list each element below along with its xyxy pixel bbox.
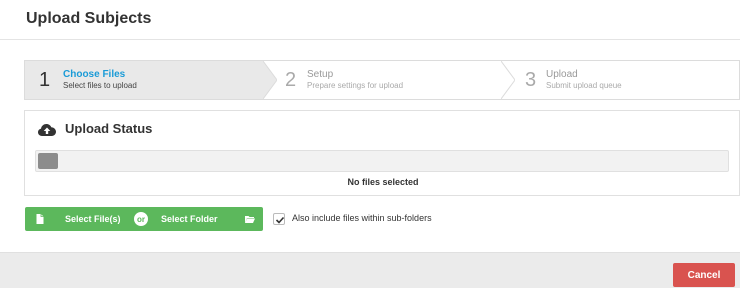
select-folder-button[interactable]: Select Folder [149,207,263,231]
step-subtitle: Submit upload queue [546,81,622,90]
upload-status-panel: Upload Status No files selected [24,110,740,196]
or-label: or [137,215,145,224]
step-title: Upload [546,69,578,80]
select-folder-label: Select Folder [161,214,218,224]
dialog-footer: Cancel [0,252,740,288]
step-number: 2 [285,69,297,91]
upload-status-title: Upload Status [65,121,153,136]
wizard-step-choose-files[interactable]: 1 Choose Files Select files to upload [25,61,263,99]
upload-progress-bar [35,150,729,172]
step-subtitle: Prepare settings for upload [307,81,404,90]
include-subfolders-label: Also include files within sub-folders [292,213,432,223]
cloud-upload-icon [38,124,56,136]
file-icon [36,214,44,224]
file-selection-group: Select File(s) Select Folder or [25,207,263,231]
folder-open-icon [245,216,255,223]
wizard-step-setup[interactable]: 2 Setup Prepare settings for upload [263,61,501,99]
step-subtitle: Select files to upload [63,81,137,90]
checkmark-icon [275,216,285,224]
select-files-label: Select File(s) [65,214,121,224]
step-number: 1 [39,69,51,91]
upload-wizard: 1 Choose Files Select files to upload 2 … [24,60,740,100]
dialog-header: Upload Subjects [0,0,740,40]
step-title: Choose Files [63,69,126,80]
include-subfolders-checkbox[interactable] [273,213,285,225]
dialog-title: Upload Subjects [26,10,152,27]
step-number: 3 [525,69,537,91]
upload-status-message: No files selected [347,177,419,187]
step-title: Setup [307,69,334,80]
wizard-step-upload[interactable]: 3 Upload Submit upload queue [501,61,739,99]
cancel-button[interactable]: Cancel [673,263,735,287]
upload-progress-fill [38,153,58,169]
select-files-button[interactable]: Select File(s) [25,207,137,231]
or-separator: or [132,210,150,228]
